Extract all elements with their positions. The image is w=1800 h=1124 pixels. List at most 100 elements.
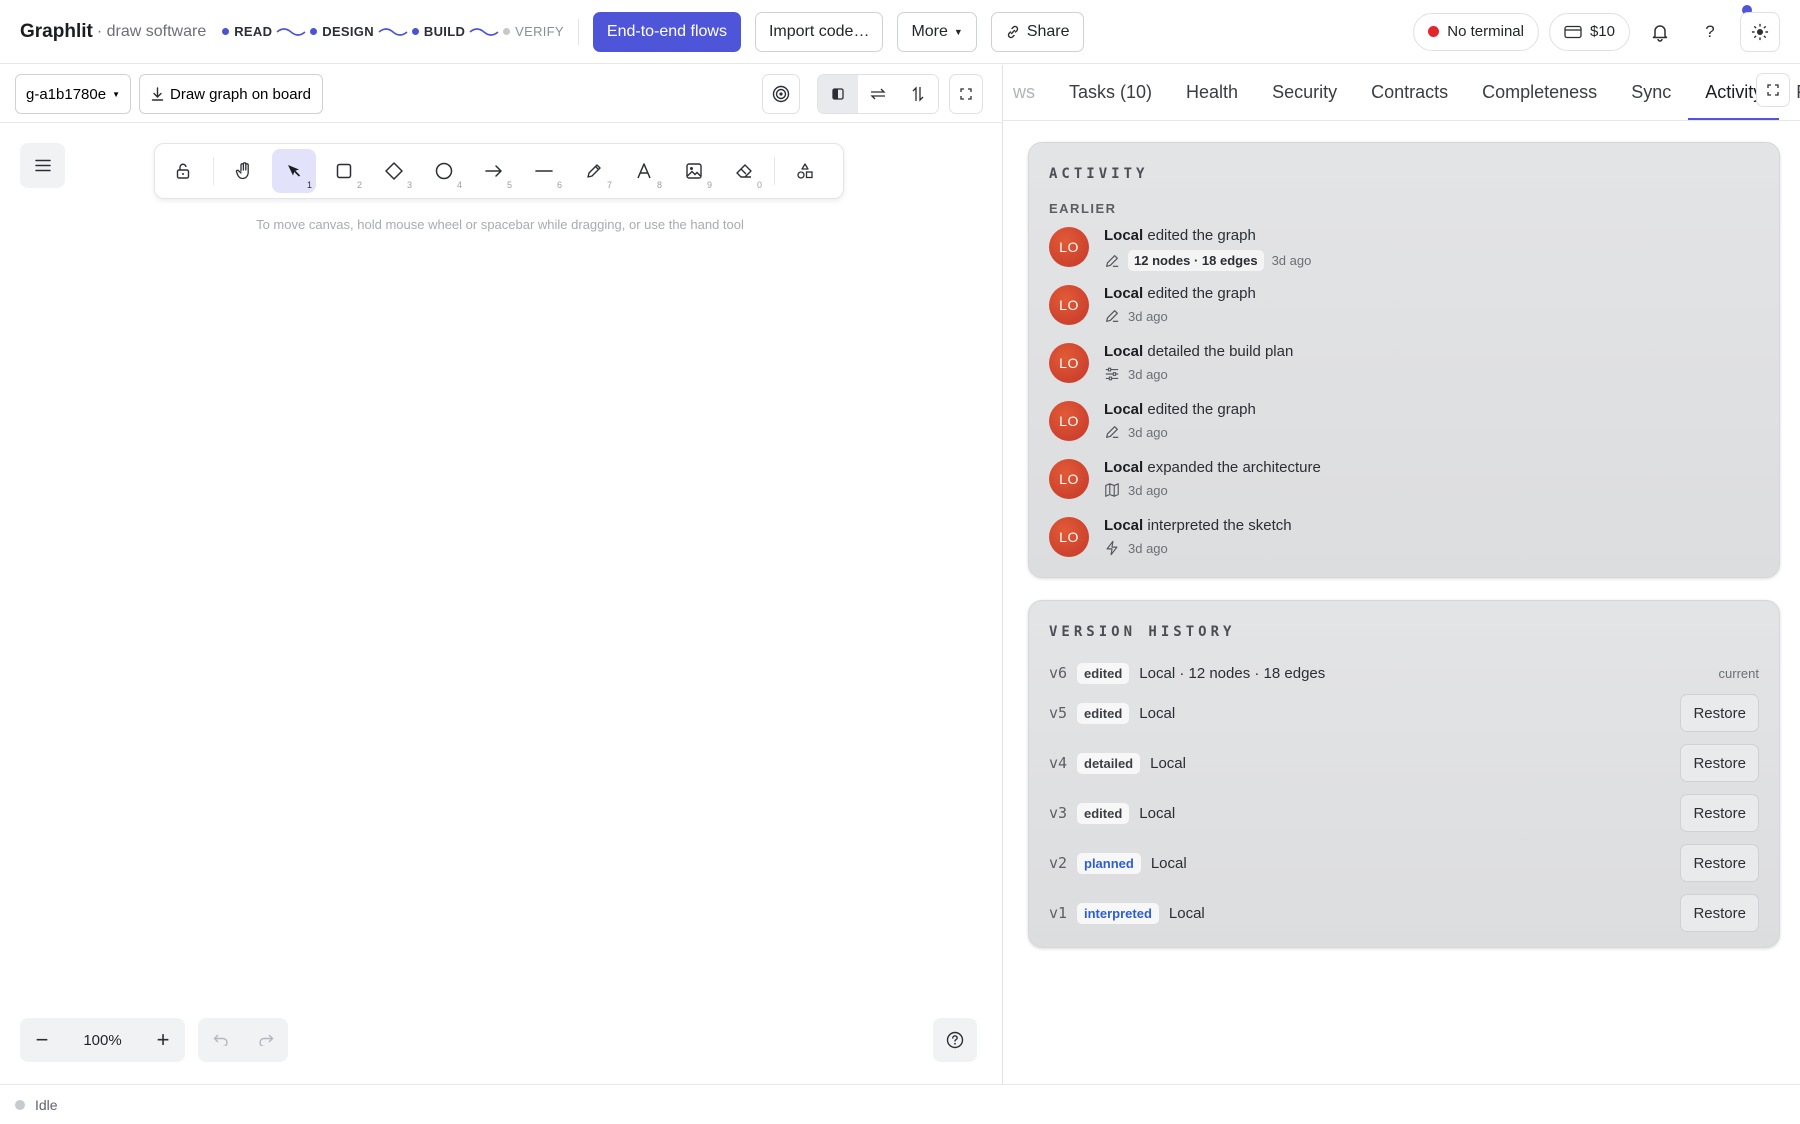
- hand-tool[interactable]: [222, 149, 266, 193]
- tab-security[interactable]: Security: [1255, 65, 1354, 120]
- avatar: LO: [1049, 285, 1089, 325]
- arrow-tool[interactable]: 5: [472, 149, 516, 193]
- activity-item: LO Local edited the graph 12 nodes · 18 …: [1049, 227, 1311, 271]
- brand-subtitle: · draw software: [96, 22, 207, 40]
- toolbar-divider: [213, 157, 214, 185]
- step-dot: [503, 28, 511, 35]
- zoom-in-button[interactable]: +: [141, 1018, 185, 1062]
- ellipse-tool[interactable]: 4: [422, 149, 466, 193]
- terminal-status[interactable]: No terminal: [1413, 12, 1539, 51]
- map-icon: [1105, 483, 1119, 497]
- restore-button[interactable]: Restore: [1680, 744, 1759, 782]
- step-build[interactable]: BUILD: [411, 24, 465, 39]
- activity-time: 3d ago: [1128, 482, 1168, 498]
- layout-horizontal-button[interactable]: [858, 75, 898, 113]
- hamburger-icon: [34, 159, 51, 172]
- graph-selector[interactable]: g-a1b1780e ▼: [15, 74, 131, 114]
- focus-target-button[interactable]: [762, 74, 800, 114]
- current-label: current: [1718, 665, 1759, 681]
- version-badge: detailed: [1077, 752, 1141, 774]
- step-verify[interactable]: VERIFY: [503, 24, 564, 39]
- activity-user: Local: [1104, 227, 1144, 244]
- version-number: v1: [1049, 904, 1068, 922]
- zoom-controls: − 100% +: [20, 1018, 185, 1062]
- version-badge: interpreted: [1077, 902, 1159, 924]
- shapes-library-tool[interactable]: [783, 149, 827, 193]
- eraser-tool[interactable]: 0: [722, 149, 766, 193]
- link-icon: [1007, 25, 1018, 38]
- image-tool[interactable]: 9: [672, 149, 716, 193]
- version-row: v6 edited Local · 12 nodes · 18 edges cu…: [1049, 653, 1759, 693]
- version-text: Local: [1139, 704, 1176, 722]
- activity-item: LO Local expanded the architecture 3d ag…: [1049, 459, 1321, 499]
- theme-toggle-button[interactable]: [1740, 11, 1780, 52]
- layout-vertical-button[interactable]: [898, 75, 938, 113]
- tab-health[interactable]: Health: [1169, 65, 1255, 120]
- layout-split-button[interactable]: [818, 75, 858, 113]
- end-to-end-flows-button[interactable]: End-to-end flows: [592, 11, 741, 52]
- sliders-icon: [1105, 367, 1119, 381]
- pencil-icon: [1106, 254, 1119, 267]
- activity-time: 3d ago: [1128, 540, 1168, 556]
- tab-sync[interactable]: Sync: [1614, 65, 1688, 120]
- restore-button[interactable]: Restore: [1680, 894, 1759, 932]
- avatar: LO: [1049, 517, 1089, 557]
- activity-user: Local: [1104, 285, 1144, 302]
- panel-expand-button[interactable]: [1756, 73, 1790, 107]
- redo-button[interactable]: [246, 1020, 286, 1060]
- version-row: v1 interpreted Local Restore: [1049, 893, 1759, 933]
- tab-contracts[interactable]: Contracts: [1354, 65, 1465, 120]
- tab-views[interactable]: ws: [1003, 65, 1052, 120]
- download-icon: [151, 87, 164, 101]
- minus-icon: −: [35, 1027, 49, 1052]
- version-number: v5: [1049, 704, 1068, 722]
- version-badge: edited: [1077, 802, 1130, 824]
- import-code-button[interactable]: Import code…: [754, 11, 884, 52]
- cursor-icon: [288, 165, 301, 177]
- caret-down-icon: ▼: [112, 89, 120, 99]
- more-button[interactable]: More ▼: [897, 11, 977, 52]
- step-connector: [276, 27, 306, 36]
- draw-graph-button[interactable]: Draw graph on board: [139, 74, 323, 114]
- activity-card: ACTIVITY EARLIER LO Local edited the gra…: [1028, 142, 1780, 578]
- bell-icon: [1652, 24, 1668, 42]
- help-button[interactable]: ?: [1690, 4, 1752, 52]
- workflow-steps: READ DESIGN BUILD VERIFY: [222, 24, 564, 39]
- activity-action: edited the graph: [1147, 401, 1256, 418]
- balance-badge[interactable]: $10: [1548, 12, 1630, 51]
- canvas-help-button[interactable]: [933, 1018, 977, 1062]
- version-badge: edited: [1077, 702, 1130, 724]
- zoom-out-button[interactable]: −: [20, 1018, 64, 1062]
- activity-user: Local: [1104, 459, 1144, 476]
- restore-button[interactable]: Restore: [1680, 844, 1759, 882]
- tab-completeness[interactable]: Completeness: [1465, 65, 1614, 120]
- canvas-menu-button[interactable]: [20, 143, 65, 188]
- undo-button[interactable]: [201, 1020, 241, 1060]
- tab-tasks[interactable]: Tasks (10): [1052, 65, 1169, 120]
- brand-name: Graphlit: [20, 20, 93, 42]
- avatar: LO: [1049, 401, 1089, 441]
- version-badge: planned: [1077, 852, 1141, 874]
- activity-title: ACTIVITY: [1049, 166, 1149, 182]
- restore-button[interactable]: Restore: [1680, 794, 1759, 832]
- rectangle-tool[interactable]: 2: [322, 149, 366, 193]
- diamond-tool[interactable]: 3: [372, 149, 416, 193]
- step-read[interactable]: READ: [222, 24, 272, 39]
- restore-button[interactable]: Restore: [1680, 694, 1759, 732]
- drawing-canvas[interactable]: g-a1b1780e ▼ Draw graph on board 1 2 3 4…: [0, 65, 1002, 1084]
- text-tool[interactable]: 8: [622, 149, 666, 193]
- expand-icon: [1767, 84, 1779, 96]
- notifications-button[interactable]: [1640, 11, 1680, 52]
- status-dot: [15, 1099, 25, 1110]
- fullscreen-button[interactable]: [949, 74, 983, 114]
- question-icon: ?: [1705, 21, 1715, 41]
- lock-tool[interactable]: [161, 149, 205, 193]
- pencil-tool[interactable]: 7: [572, 149, 616, 193]
- zoom-level[interactable]: 100%: [64, 1032, 141, 1049]
- canvas-hint: To move canvas, hold mouse wheel or spac…: [256, 217, 744, 232]
- select-tool[interactable]: 1: [272, 149, 316, 193]
- share-button[interactable]: Share: [990, 11, 1084, 52]
- line-tool[interactable]: 6: [522, 149, 566, 193]
- step-design[interactable]: DESIGN: [310, 24, 374, 39]
- top-bar: Graphlit · draw software READ DESIGN BUI…: [0, 0, 1800, 64]
